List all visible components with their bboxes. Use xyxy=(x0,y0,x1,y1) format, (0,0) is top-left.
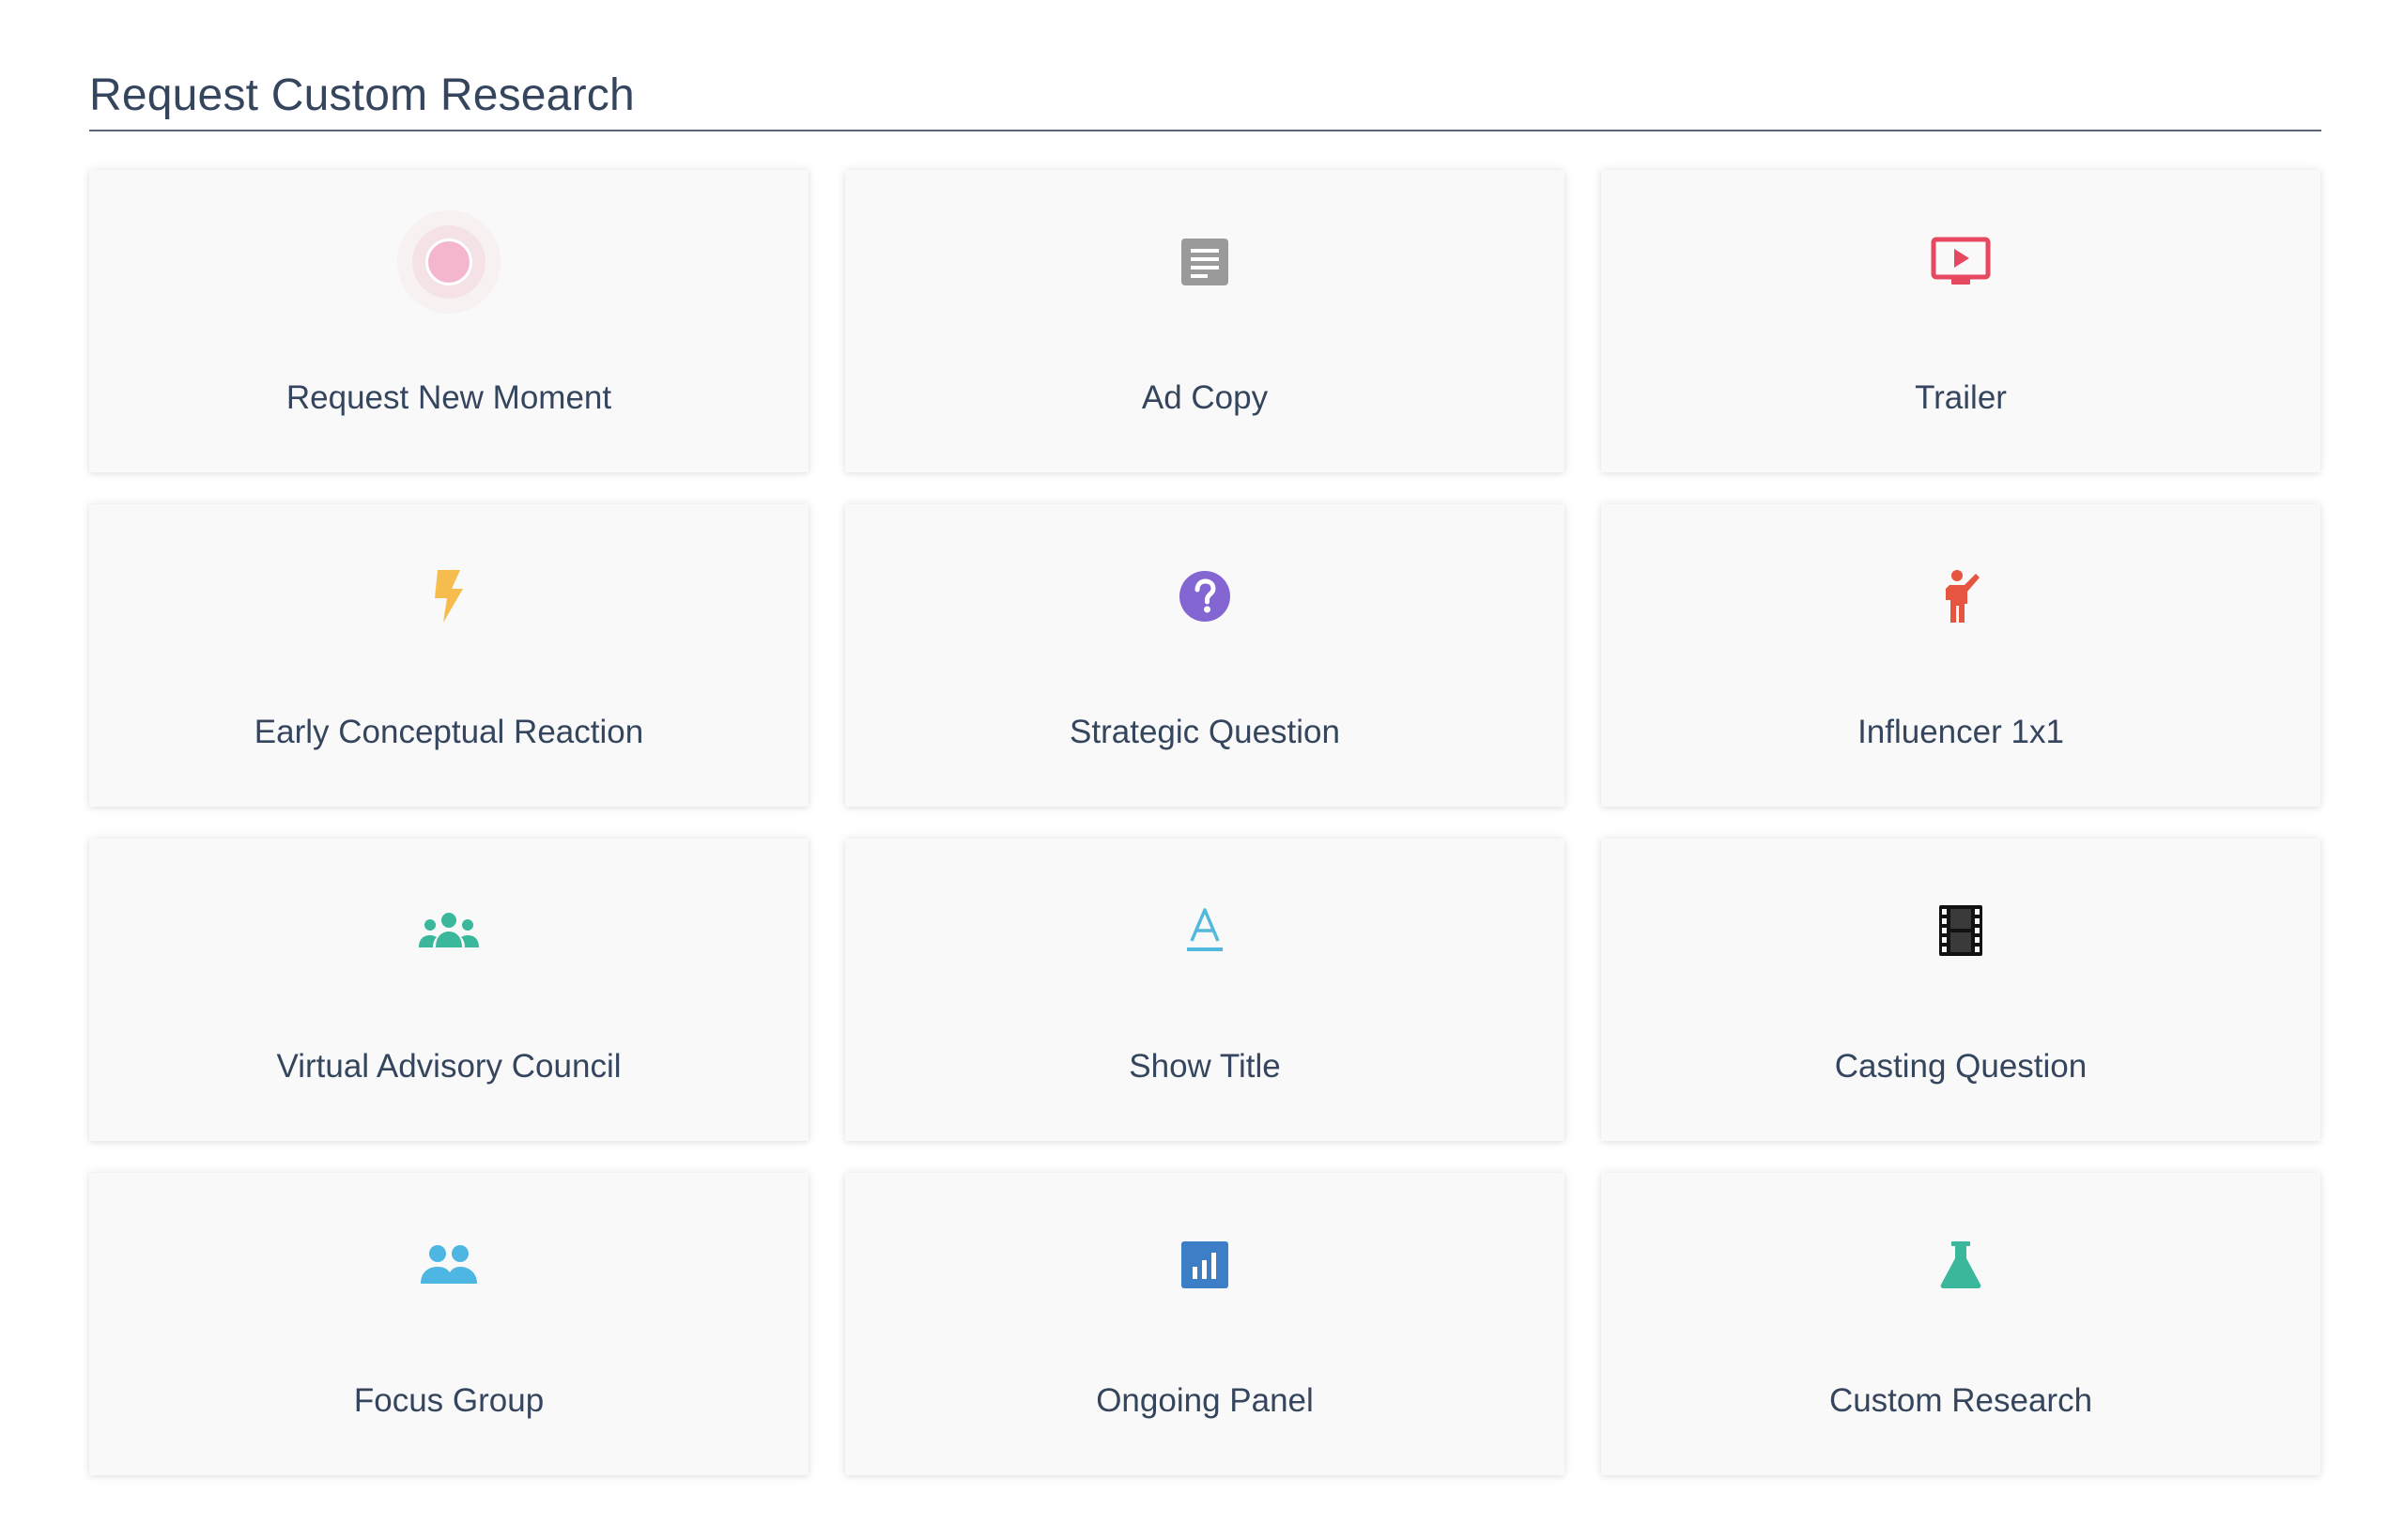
research-page: Request Custom Research Request New Mome… xyxy=(89,68,2321,1475)
card-ad-copy[interactable]: Ad Copy xyxy=(845,170,1564,472)
card-ongoing-panel[interactable]: Ongoing Panel xyxy=(845,1173,1564,1475)
card-label: Virtual Advisory Council xyxy=(276,1048,622,1085)
card-label: Ongoing Panel xyxy=(1096,1382,1314,1419)
people-icon xyxy=(415,1231,483,1299)
text-format-icon xyxy=(1171,897,1239,964)
card-custom-research[interactable]: Custom Research xyxy=(1601,1173,2320,1475)
card-early-conceptual-reaction[interactable]: Early Conceptual Reaction xyxy=(89,504,809,807)
card-strategic-question[interactable]: Strategic Question xyxy=(845,504,1564,807)
question-circle-icon xyxy=(1171,562,1239,630)
card-label: Focus Group xyxy=(353,1382,545,1419)
card-label: Ad Copy xyxy=(1141,379,1269,416)
document-icon xyxy=(1171,228,1239,296)
card-label: Request New Moment xyxy=(285,379,612,416)
card-label: Strategic Question xyxy=(1070,714,1340,750)
video-play-icon xyxy=(1927,228,1995,296)
pulse-dot-icon xyxy=(415,228,483,296)
flask-icon xyxy=(1927,1231,1995,1299)
card-label: Show Title xyxy=(1129,1048,1281,1085)
card-influencer-1x1[interactable]: Influencer 1x1 xyxy=(1601,504,2320,807)
bar-chart-icon xyxy=(1171,1231,1239,1299)
research-options-grid: Request New Moment Ad Copy Trailer Early… xyxy=(89,170,2321,1475)
card-request-new-moment[interactable]: Request New Moment xyxy=(89,170,809,472)
page-title: Request Custom Research xyxy=(89,70,635,120)
group-icon xyxy=(415,897,483,964)
card-label: Casting Question xyxy=(1834,1048,2088,1085)
film-strip-icon xyxy=(1927,897,1995,964)
card-label: Early Conceptual Reaction xyxy=(254,714,644,750)
lightning-bolt-icon xyxy=(415,562,483,630)
card-virtual-advisory-council[interactable]: Virtual Advisory Council xyxy=(89,839,809,1141)
title-divider xyxy=(89,130,2321,131)
person-waving-icon xyxy=(1927,562,1995,630)
card-label: Trailer xyxy=(1915,379,2007,416)
card-focus-group[interactable]: Focus Group xyxy=(89,1173,809,1475)
card-label: Influencer 1x1 xyxy=(1857,714,2064,750)
card-label: Custom Research xyxy=(1828,1382,2093,1419)
card-casting-question[interactable]: Casting Question xyxy=(1601,839,2320,1141)
card-show-title[interactable]: Show Title xyxy=(845,839,1564,1141)
card-trailer[interactable]: Trailer xyxy=(1601,170,2320,472)
